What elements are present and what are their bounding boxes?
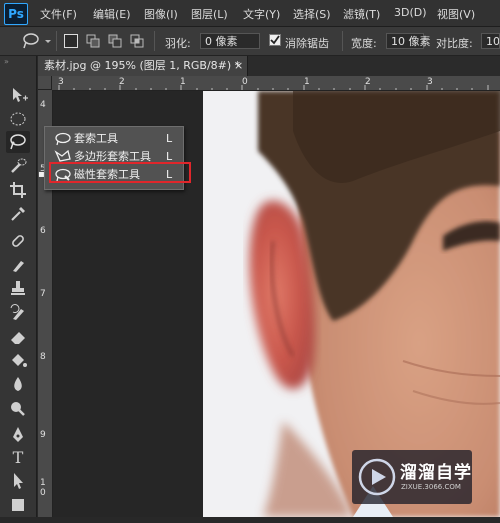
separator [342,31,343,51]
add-to-selection-icon[interactable] [86,34,100,48]
menu-file[interactable]: 文件(F) [40,6,77,22]
subtract-from-selection-icon[interactable] [108,34,122,48]
healing-brush-tool-icon[interactable] [6,230,30,252]
menu-image[interactable]: 图像(I) [144,6,178,22]
document-tab-title: 素材.jpg @ 195% (图层 1, RGB/8#) * [44,59,241,72]
feather-label: 羽化: [165,37,191,50]
width-label: 宽度: [351,37,377,50]
menu-filter[interactable]: 滤镜(T) [343,6,380,22]
rectangle-tool-icon[interactable] [6,494,30,516]
flyout-shortcut: L [166,132,173,145]
ruler-left-label: 1 [40,478,46,488]
paint-bucket-tool-icon[interactable] [6,350,30,372]
document-tab[interactable]: 素材.jpg @ 195% (图层 1, RGB/8#) * × [38,56,248,76]
lasso-tool-icon[interactable] [6,131,30,153]
crop-tool-icon[interactable] [6,179,30,201]
red-highlight-box [49,162,191,183]
selected-bullet-icon: ▪ [38,169,45,180]
close-tab-icon[interactable]: × [234,56,243,76]
magnetic-lasso-icon [23,33,51,49]
dodge-tool-icon[interactable] [6,398,30,420]
flyout-item-lasso[interactable]: 套索工具 L [44,130,182,148]
ruler-top-ticks [58,85,489,90]
eraser-tool-icon[interactable] [6,326,30,348]
ruler-left-label: 4 [40,100,46,110]
history-brush-tool-icon[interactable] [6,302,30,324]
ruler-left-label: 6 [40,226,46,236]
antialias-checkbox[interactable] [269,34,281,46]
flyout-item-label: 套索工具 [74,132,118,145]
separator [154,31,155,51]
contrast-input[interactable]: 10% [481,33,500,49]
panel-collapse-icon[interactable]: » [4,58,32,66]
quick-selection-tool-icon[interactable] [6,155,30,177]
blur-tool-icon[interactable] [6,374,30,396]
path-selection-tool-icon[interactable] [6,470,30,492]
feather-input[interactable]: 0 像素 [200,33,260,49]
menu-3d[interactable]: 3D(D) [394,6,427,19]
contrast-label: 对比度: [436,37,473,50]
brush-tool-icon[interactable] [6,254,30,276]
menu-layer[interactable]: 图层(L) [191,6,228,22]
menu-edit[interactable]: 编辑(E) [93,6,131,22]
pen-tool-icon[interactable] [6,424,30,446]
tool-preset-picker[interactable] [20,31,52,51]
menu-view[interactable]: 视图(V) [437,6,475,22]
ruler-left-label: 7 [40,289,46,299]
watermark-title: 溜溜自学 [400,463,472,483]
new-selection-icon[interactable] [64,34,78,48]
ruler-origin[interactable] [38,76,52,90]
antialias-label: 消除锯齿 [285,37,329,50]
eyedropper-tool-icon[interactable] [6,203,30,225]
play-logo-icon [358,458,396,496]
separator [56,31,57,51]
watermark-url: ZIXUE.3066.COM [401,483,461,491]
menu-type[interactable]: 文字(Y) [243,6,280,22]
move-tool-icon[interactable] [6,84,30,106]
clone-stamp-tool-icon[interactable] [6,278,30,300]
photoshop-logo[interactable]: Ps [4,3,28,25]
ruler-left-label: 9 [40,430,46,440]
width-input[interactable]: 10 像素 [386,33,431,49]
ruler-left-label: 0 [40,488,46,498]
ruler-left-label: 8 [40,352,46,362]
lasso-icon [55,132,71,146]
intersect-selection-icon[interactable] [130,34,144,48]
menu-select[interactable]: 选择(S) [293,6,331,22]
watermark: 溜溜自学 ZIXUE.3066.COM [352,450,472,504]
marquee-tool-icon[interactable] [6,108,30,130]
type-tool-icon[interactable]: T [6,447,30,469]
